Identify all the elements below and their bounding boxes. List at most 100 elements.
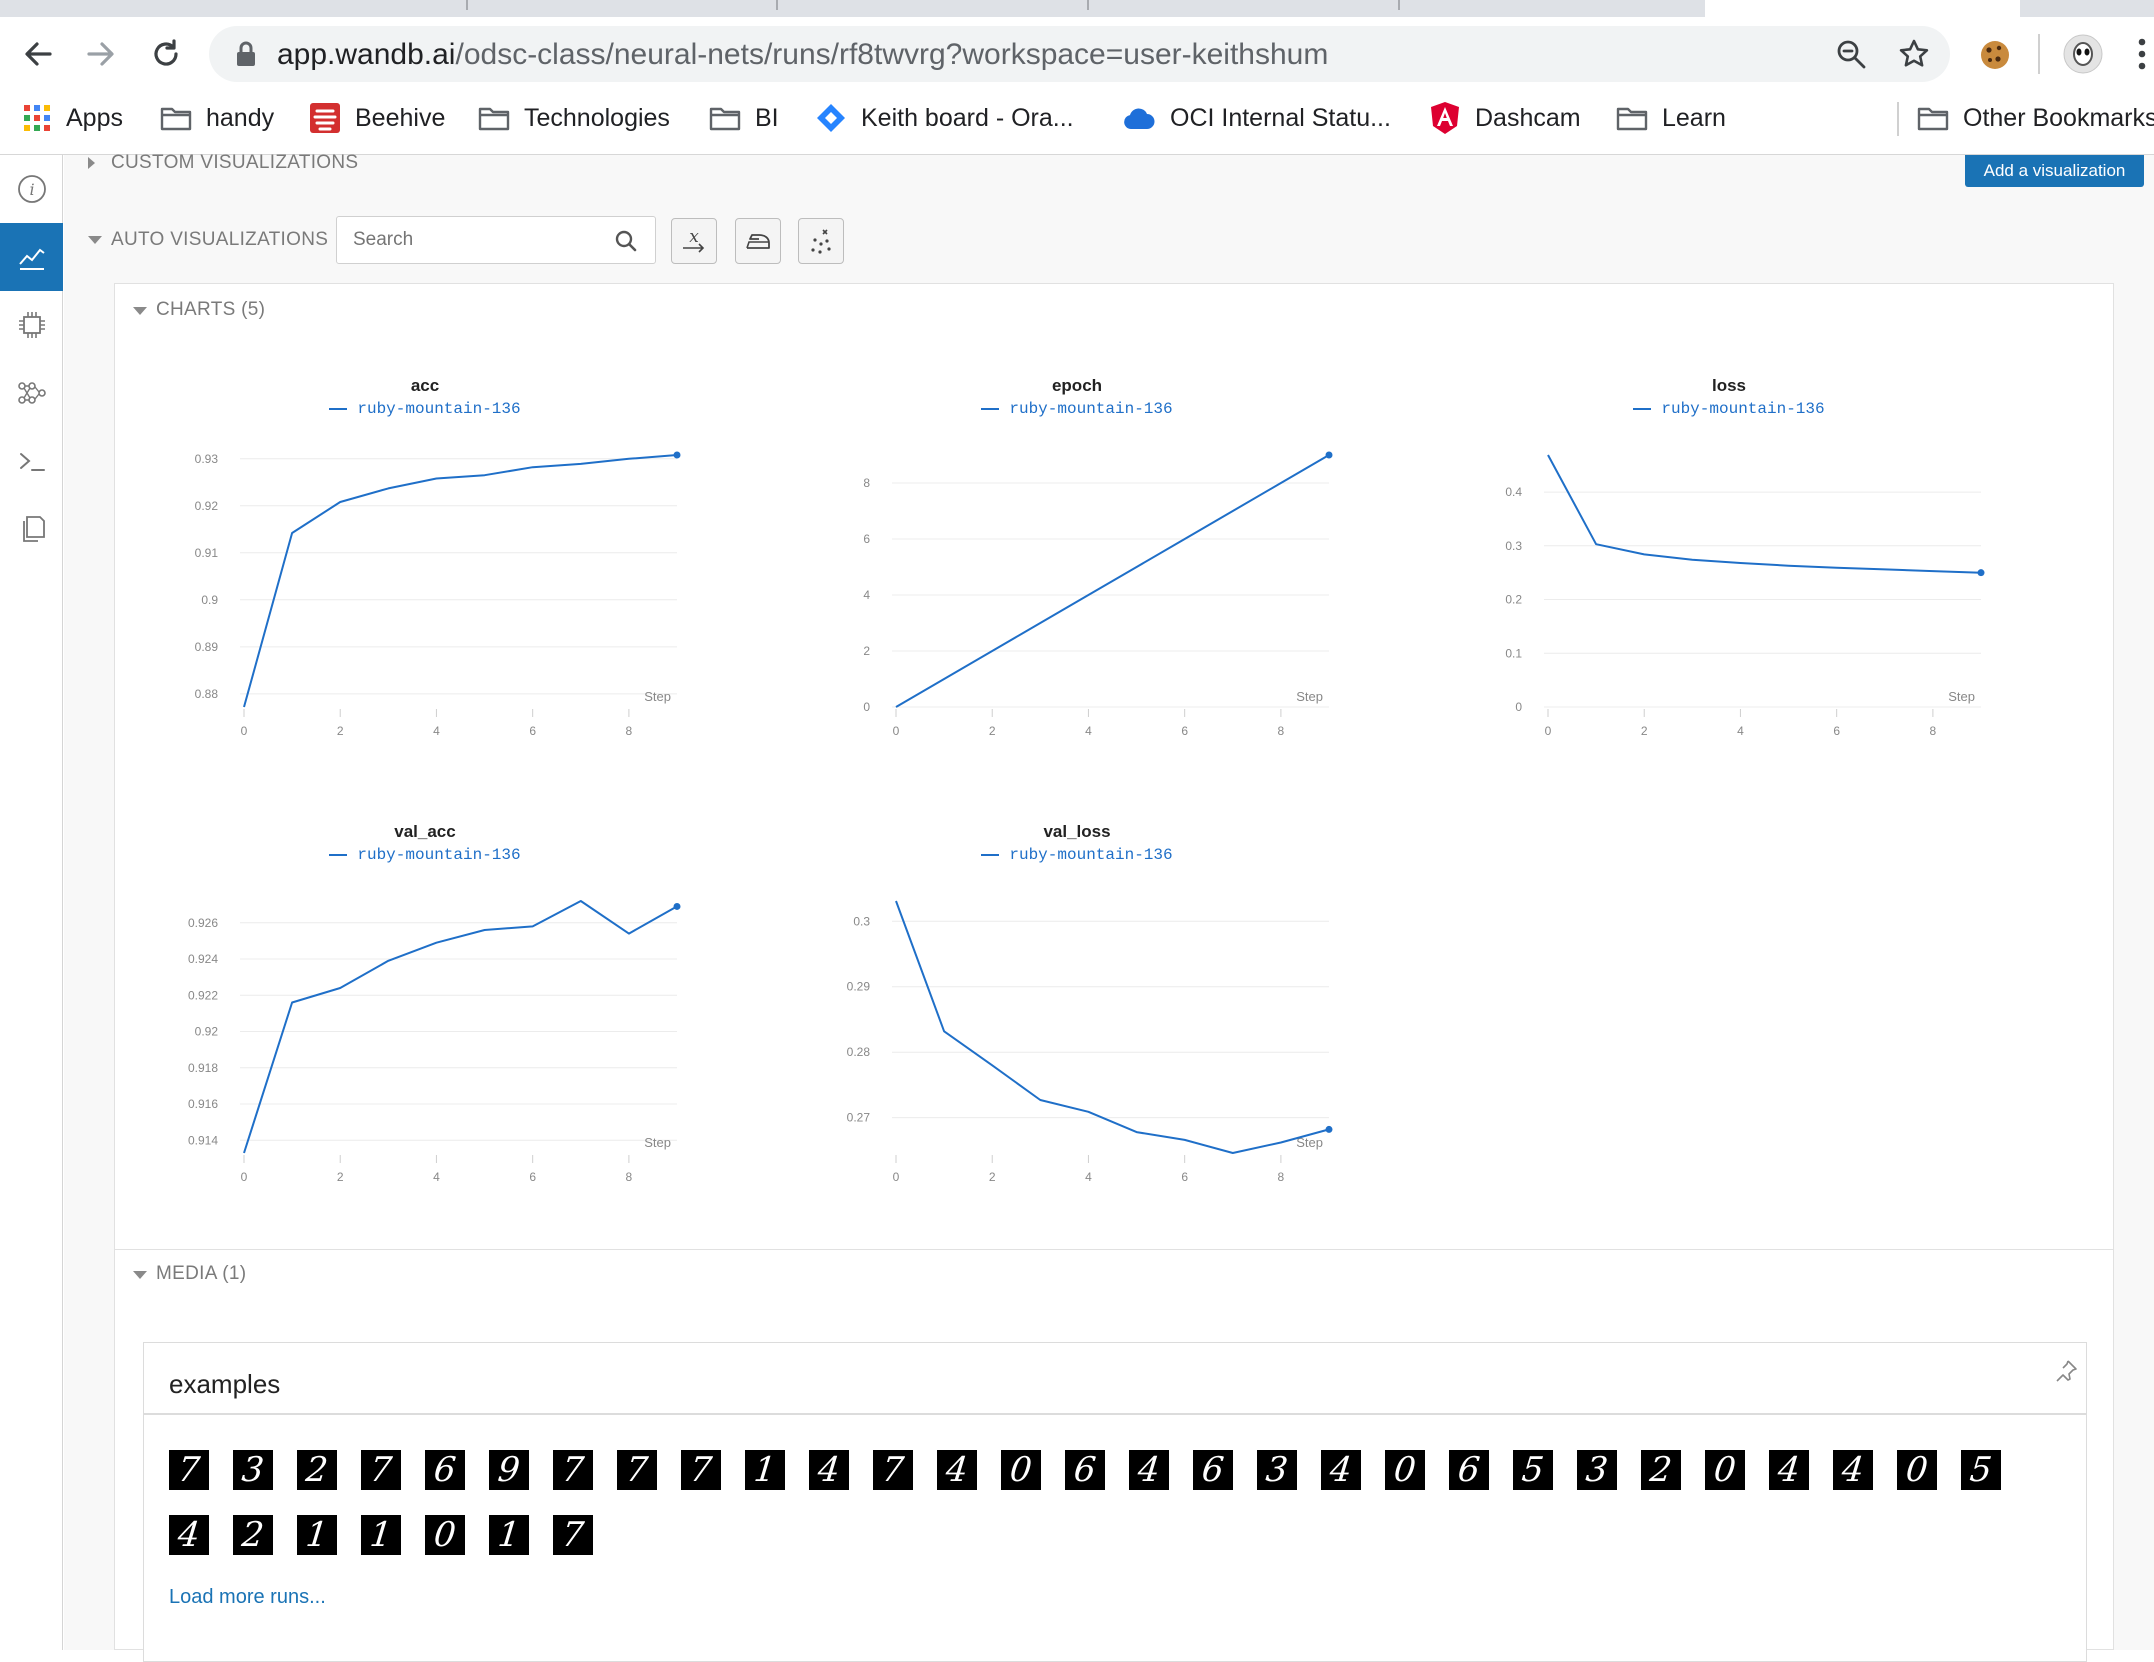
- bookmark-technologies[interactable]: Technologies: [478, 100, 670, 136]
- add-visualization-button[interactable]: Add a visualization: [1965, 155, 2144, 187]
- mnist-example-image[interactable]: 0: [1001, 1450, 1041, 1490]
- mnist-example-image[interactable]: 0: [1385, 1450, 1425, 1490]
- logs-tab[interactable]: [0, 427, 63, 495]
- panel-search-box[interactable]: [336, 216, 656, 264]
- pin-icon[interactable]: [2054, 1359, 2078, 1383]
- auto-visualizations-header[interactable]: AUTO VISUALIZATIONS: [111, 229, 328, 251]
- mnist-example-image[interactable]: 2: [297, 1450, 337, 1490]
- mnist-example-image[interactable]: 4: [169, 1515, 209, 1555]
- mnist-example-image[interactable]: 7: [681, 1450, 721, 1490]
- mnist-example-image[interactable]: 5: [1961, 1450, 2001, 1490]
- x-axis-label: Step: [644, 689, 671, 704]
- mnist-example-image[interactable]: 0: [425, 1515, 465, 1555]
- x-axis-settings-button[interactable]: x: [671, 218, 717, 264]
- mnist-example-image[interactable]: 1: [361, 1515, 401, 1555]
- outlier-settings-button[interactable]: [798, 218, 844, 264]
- collapse-caret-icon[interactable]: [133, 1271, 147, 1279]
- chart-legend[interactable]: ruby-mountain-136: [145, 400, 705, 418]
- chart-loss[interactable]: 0 0.1 0.2 0.3 0.4 0 2 4 6 8 Step loss ruby-mountai…: [1449, 340, 2009, 740]
- bookmark-bi[interactable]: BI: [709, 100, 779, 136]
- mnist-example-image[interactable]: 3: [1257, 1450, 1297, 1490]
- files-tab[interactable]: [0, 495, 63, 563]
- bookmark-learn[interactable]: Learn: [1616, 100, 1726, 136]
- media-section-header[interactable]: MEDIA (1): [156, 1263, 246, 1285]
- chart-legend[interactable]: ruby-mountain-136: [797, 400, 1357, 418]
- mnist-example-image[interactable]: 6: [425, 1450, 465, 1490]
- cookie-extension-icon[interactable]: [1978, 38, 2012, 72]
- bookmark-oci-status[interactable]: OCI Internal Statu...: [1122, 100, 1391, 136]
- mnist-example-image[interactable]: 6: [1449, 1450, 1489, 1490]
- custom-visualizations-header[interactable]: CUSTOM VISUALIZATIONS: [111, 152, 358, 174]
- mnist-example-image[interactable]: 7: [361, 1450, 401, 1490]
- mnist-example-image[interactable]: 6: [1065, 1450, 1105, 1490]
- mnist-example-image[interactable]: 2: [1641, 1450, 1681, 1490]
- address-bar[interactable]: app.wandb.ai/odsc-class/neural-nets/runs…: [209, 26, 1950, 82]
- search-icon: [615, 230, 637, 252]
- charts-panel: CHARTS (5) 0.88 0.89 0.9 0.91 0.92 0.93 0 2 4 6 8 S…: [114, 283, 2114, 1662]
- digit-glyph: 6: [432, 1450, 458, 1490]
- mnist-example-image[interactable]: 0: [1705, 1450, 1745, 1490]
- chart-val-loss[interactable]: 0.27 0.28 0.29 0.3 0 2 4 6 8 Step val_loss ruby-m…: [797, 786, 1357, 1186]
- smoothing-settings-button[interactable]: [735, 218, 781, 264]
- collapse-caret-icon[interactable]: [133, 307, 147, 315]
- mnist-example-image[interactable]: 6: [1193, 1450, 1233, 1490]
- tab-area[interactable]: [0, 0, 1705, 17]
- bookmark-other[interactable]: Other Bookmarks: [1917, 100, 2154, 136]
- forward-button[interactable]: [78, 31, 124, 77]
- mnist-example-image[interactable]: 7: [553, 1450, 593, 1490]
- mnist-example-image[interactable]: 4: [1321, 1450, 1361, 1490]
- chart-val-acc[interactable]: 0.914 0.916 0.918 0.92 0.922 0.924 0.926 0 2 4 6 8 S…: [145, 786, 705, 1186]
- mnist-example-image[interactable]: 4: [1129, 1450, 1169, 1490]
- tab-area-right[interactable]: [2020, 0, 2154, 17]
- mnist-example-image[interactable]: 4: [1833, 1450, 1873, 1490]
- mnist-example-image[interactable]: 4: [937, 1450, 977, 1490]
- chart-legend[interactable]: ruby-mountain-136: [797, 846, 1357, 864]
- digit-glyph: 4: [944, 1450, 970, 1490]
- bookmark-beehive[interactable]: Beehive: [309, 100, 445, 136]
- expand-caret-icon[interactable]: [88, 157, 95, 169]
- legend-swatch: [329, 407, 348, 410]
- mnist-example-image[interactable]: 4: [809, 1450, 849, 1490]
- mnist-example-image[interactable]: 7: [873, 1450, 913, 1490]
- model-tab[interactable]: [0, 359, 63, 427]
- mnist-example-image[interactable]: 3: [233, 1450, 273, 1490]
- bookmark-apps[interactable]: Apps: [22, 100, 123, 136]
- mnist-example-image[interactable]: 4: [1769, 1450, 1809, 1490]
- mnist-example-image[interactable]: 7: [553, 1515, 593, 1555]
- back-button[interactable]: [15, 31, 61, 77]
- chart-acc[interactable]: 0.88 0.89 0.9 0.91 0.92 0.93 0 2 4 6 8 Step acc rub…: [145, 340, 705, 740]
- bookmark-star-icon[interactable]: [1898, 38, 1930, 70]
- digit-glyph: 3: [1264, 1450, 1290, 1490]
- mnist-example-image[interactable]: 1: [489, 1515, 529, 1555]
- profile-avatar-icon[interactable]: [2063, 34, 2103, 74]
- mnist-example-image[interactable]: 1: [745, 1450, 785, 1490]
- system-tab[interactable]: [0, 291, 63, 359]
- mnist-example-image[interactable]: 1: [297, 1515, 337, 1555]
- bookmark-handy[interactable]: handy: [160, 100, 274, 136]
- digit-glyph: 9: [496, 1450, 522, 1490]
- mnist-example-image[interactable]: 7: [617, 1450, 657, 1490]
- digit-glyph: 4: [176, 1515, 202, 1555]
- bookmark-keith-board[interactable]: Keith board - Ora...: [815, 100, 1074, 136]
- charts-section-header[interactable]: CHARTS (5): [156, 299, 265, 321]
- overview-tab[interactable]: i: [0, 155, 63, 223]
- chart-epoch[interactable]: 0 2 4 6 8 0 2 4 6 8 Step epoch ruby-mountain-136: [797, 340, 1357, 740]
- y-tick-label: 8: [863, 476, 870, 490]
- mnist-example-image[interactable]: 7: [169, 1450, 209, 1490]
- chart-legend[interactable]: ruby-mountain-136: [1449, 400, 2009, 418]
- mnist-example-image[interactable]: 2: [233, 1515, 273, 1555]
- mnist-example-image[interactable]: 5: [1513, 1450, 1553, 1490]
- search-input[interactable]: [353, 227, 603, 253]
- mnist-example-image[interactable]: 9: [489, 1450, 529, 1490]
- collapse-caret-icon[interactable]: [88, 236, 102, 244]
- zoom-icon[interactable]: [1835, 38, 1867, 70]
- mnist-example-image[interactable]: 3: [1577, 1450, 1617, 1490]
- chart-legend[interactable]: ruby-mountain-136: [145, 846, 705, 864]
- load-more-runs-link[interactable]: Load more runs...: [169, 1586, 326, 1609]
- reload-button[interactable]: [143, 31, 189, 77]
- bookmark-dashcam[interactable]: Dashcam: [1429, 100, 1581, 136]
- url-text[interactable]: app.wandb.ai/odsc-class/neural-nets/runs…: [277, 38, 1328, 72]
- mnist-example-image[interactable]: 0: [1897, 1450, 1937, 1490]
- charts-tab[interactable]: [0, 223, 63, 291]
- browser-menu-icon[interactable]: [2136, 36, 2148, 72]
